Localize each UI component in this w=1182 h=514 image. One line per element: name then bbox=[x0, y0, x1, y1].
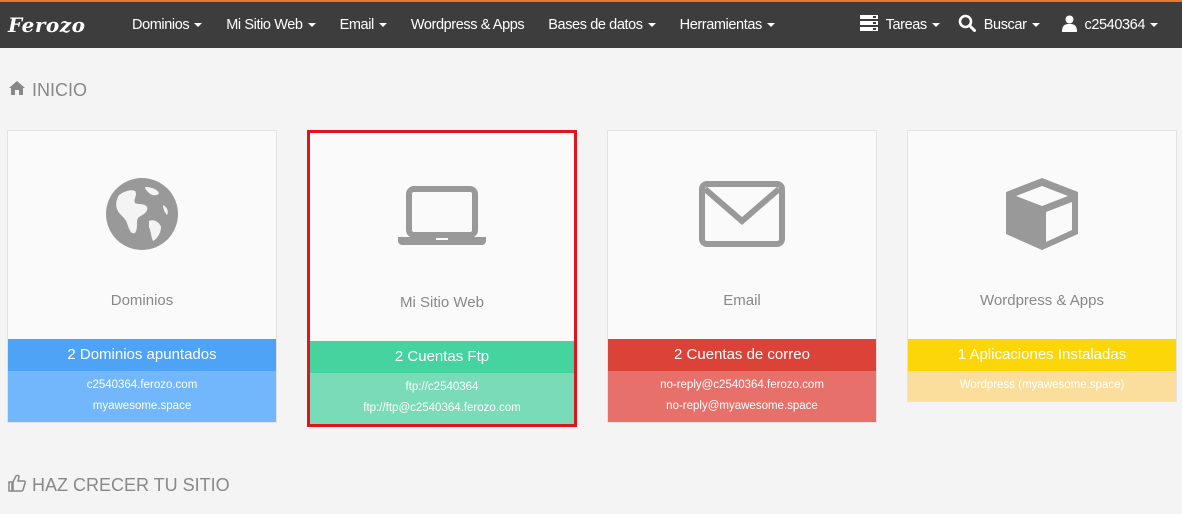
home-icon bbox=[8, 80, 26, 101]
card-details: c2540364.ferozo.com myawesome.space bbox=[8, 371, 276, 422]
nav-mi-sitio-web-label: Mi Sitio Web bbox=[226, 17, 303, 33]
search-icon bbox=[958, 14, 976, 36]
card-detail-line: no-reply@myawesome.space bbox=[666, 400, 818, 412]
nav-email-label: Email bbox=[339, 17, 375, 33]
nav-dominios-label: Dominios bbox=[132, 17, 190, 33]
user-icon bbox=[1061, 15, 1077, 36]
nav-bases-de-datos-label: Bases de datos bbox=[548, 17, 643, 33]
nav-user-label: c2540364 bbox=[1084, 17, 1146, 33]
page-title-label: INICIO bbox=[32, 80, 88, 100]
nav-mi-sitio-web[interactable]: Mi Sitio Web bbox=[226, 2, 316, 48]
card-wordpress-apps[interactable]: Wordpress & Apps 1 Aplicaciones Instalad… bbox=[907, 130, 1177, 402]
caret-down-icon bbox=[378, 23, 387, 27]
card-details: Wordpress (myawesome.space) bbox=[908, 371, 1176, 401]
card-email[interactable]: Email 2 Cuentas de correo no-reply@c2540… bbox=[607, 130, 877, 423]
nav-email[interactable]: Email bbox=[340, 2, 387, 48]
globe-icon bbox=[105, 177, 179, 256]
card-icon-area bbox=[310, 133, 574, 283]
card-summary: 2 Cuentas de correo bbox=[608, 339, 876, 371]
card-icon-area bbox=[608, 131, 876, 281]
card-mi-sitio-web[interactable]: Mi Sitio Web 2 Cuentas Ftp ftp://c254036… bbox=[307, 130, 577, 427]
nav-user[interactable]: c2540364 bbox=[1061, 2, 1158, 48]
card-dominios[interactable]: Dominios 2 Dominios apuntados c2540364.f… bbox=[7, 130, 277, 423]
nav-herramientas-label: Herramientas bbox=[679, 17, 763, 33]
card-title: Wordpress & Apps bbox=[980, 292, 1104, 309]
card-details: ftp://c2540364 ftp://ftp@c2540364.ferozo… bbox=[310, 373, 574, 424]
card-detail-line: ftp://ftp@c2540364.ferozo.com bbox=[363, 402, 521, 414]
page-title-inicio: INICIO bbox=[8, 80, 87, 101]
caret-down-icon bbox=[194, 23, 203, 27]
section-title-label: HAZ CRECER TU SITIO bbox=[32, 475, 230, 495]
card-summary: 2 Cuentas Ftp bbox=[310, 341, 574, 373]
card-detail-line: ftp://c2540364 bbox=[405, 381, 479, 393]
nav-herramientas[interactable]: Herramientas bbox=[680, 2, 775, 48]
card-title: Dominios bbox=[110, 292, 174, 309]
card-details: no-reply@c2540364.ferozo.com no-reply@my… bbox=[608, 371, 876, 422]
nav-tareas-label: Tareas bbox=[885, 17, 928, 33]
caret-down-icon bbox=[1031, 23, 1040, 27]
envelope-icon bbox=[699, 180, 785, 252]
card-detail-line: c2540364.ferozo.com bbox=[86, 379, 198, 391]
card-icon-area bbox=[908, 131, 1176, 281]
laptop-icon bbox=[396, 185, 488, 252]
cube-icon bbox=[1002, 174, 1082, 259]
card-title: Mi Sitio Web bbox=[400, 294, 484, 311]
caret-down-icon bbox=[647, 23, 656, 27]
caret-down-icon bbox=[931, 23, 940, 27]
card-icon-area bbox=[8, 131, 276, 281]
nav-tareas[interactable]: Tareas bbox=[859, 2, 940, 48]
brand-logo[interactable]: Ferozo bbox=[8, 13, 126, 37]
thumbs-up-icon bbox=[8, 474, 26, 497]
card-detail-line: myawesome.space bbox=[92, 400, 192, 412]
nav-buscar-label: Buscar bbox=[983, 17, 1027, 33]
card-summary: 2 Dominios apuntados bbox=[8, 339, 276, 371]
nav-bases-de-datos[interactable]: Bases de datos bbox=[548, 2, 656, 48]
section-title-grow: HAZ CRECER TU SITIO bbox=[8, 474, 230, 497]
card-summary: 1 Aplicaciones Instaladas bbox=[908, 339, 1176, 371]
caret-down-icon bbox=[1150, 23, 1158, 27]
card-detail-line: no-reply@c2540364.ferozo.com bbox=[660, 379, 824, 391]
server-icon bbox=[859, 15, 878, 35]
nav-wordpress-apps[interactable]: Wordpress & Apps bbox=[410, 2, 525, 48]
caret-down-icon bbox=[766, 23, 775, 27]
top-navbar: Ferozo Dominios Mi Sitio Web Email Wordp… bbox=[0, 0, 1182, 48]
card-title: Email bbox=[723, 292, 761, 309]
nav-right-group: Tareas Buscar c2540364 bbox=[859, 2, 1158, 48]
nav-buscar[interactable]: Buscar bbox=[958, 2, 1040, 48]
caret-down-icon bbox=[307, 23, 316, 27]
card-detail-line: Wordpress (myawesome.space) bbox=[959, 379, 1125, 391]
nav-wordpress-apps-label: Wordpress & Apps bbox=[410, 17, 525, 33]
nav-dominios[interactable]: Dominios bbox=[132, 2, 203, 48]
